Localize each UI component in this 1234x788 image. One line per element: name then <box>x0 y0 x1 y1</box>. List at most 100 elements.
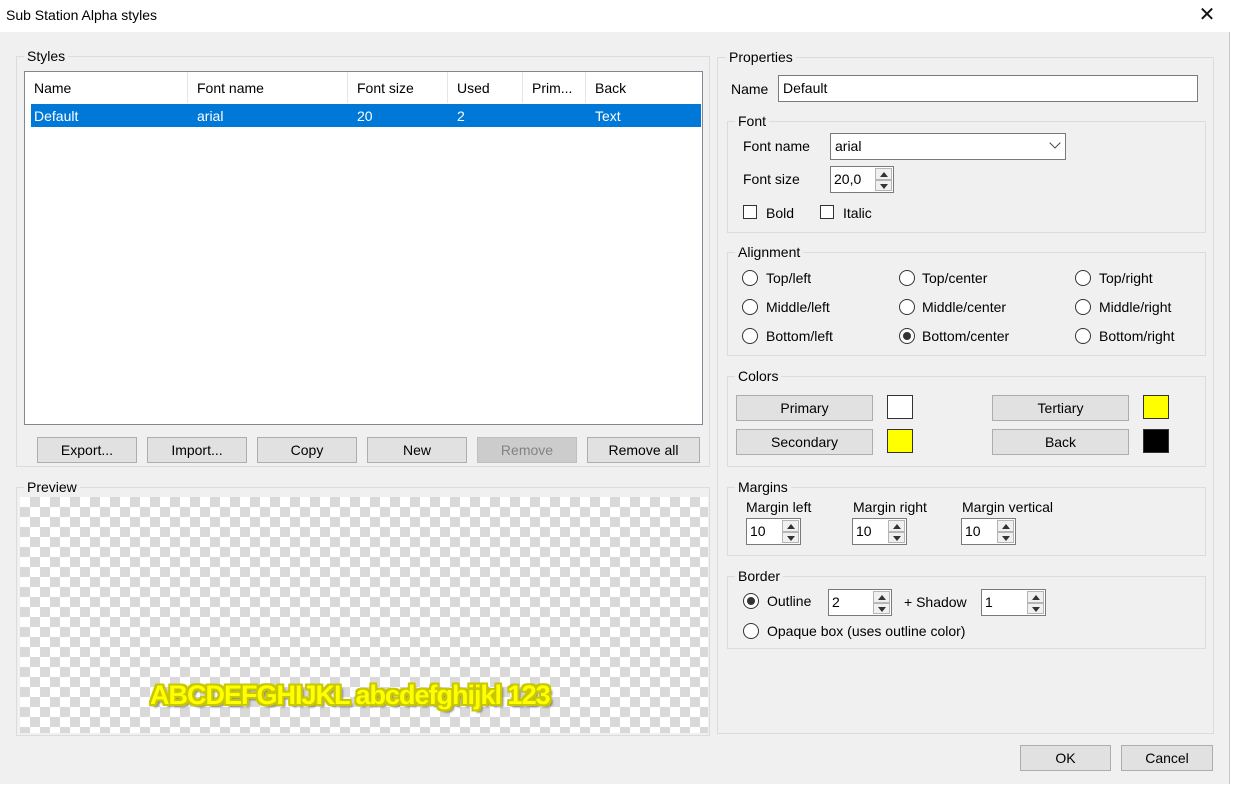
italic-label: Italic <box>843 205 872 221</box>
table-row[interactable]: Default arial 20 2 Text <box>31 104 701 127</box>
list-header: Name Font name Font size Used Prim... Ba… <box>25 72 702 103</box>
primary-color-swatch[interactable] <box>887 395 913 419</box>
tertiary-color-swatch[interactable] <box>1143 395 1169 419</box>
radio-top-right[interactable] <box>1075 270 1091 286</box>
shadow-label: + Shadow <box>904 594 967 610</box>
spin-up-button[interactable] <box>873 591 890 603</box>
column-font-name[interactable]: Font name <box>188 72 348 103</box>
margin-right-label: Margin right <box>853 499 927 515</box>
name-label: Name <box>731 81 769 97</box>
label-top-left: Top/left <box>766 270 812 286</box>
spin-down-button[interactable] <box>873 602 890 614</box>
label-bottom-right: Bottom/right <box>1099 328 1175 344</box>
label-middle-right: Middle/right <box>1099 299 1172 315</box>
back-color-button[interactable]: Back <box>992 429 1129 455</box>
cell-back: Text <box>595 108 621 124</box>
arrow-up-icon <box>878 595 886 600</box>
radio-outline[interactable] <box>743 593 759 609</box>
opaque-box-label: Opaque box (uses outline color) <box>767 623 966 639</box>
font-size-spinner[interactable]: 20,0 <box>830 166 894 193</box>
outline-spinner[interactable]: 2 <box>828 589 892 616</box>
radio-bottom-right[interactable] <box>1075 328 1091 344</box>
shadow-spinner[interactable]: 1 <box>981 589 1046 616</box>
spin-up-button[interactable] <box>782 520 799 532</box>
preview-sample-text: ABCDEFGHIJKL abcdefghijkl 123 <box>150 680 551 710</box>
arrow-down-icon <box>878 606 886 612</box>
spin-down-button[interactable] <box>782 531 799 543</box>
arrow-down-icon <box>787 535 795 541</box>
close-icon[interactable]: ✕ <box>1196 4 1218 26</box>
remove-all-button[interactable]: Remove all <box>587 437 700 463</box>
column-primary[interactable]: Prim... <box>523 72 586 103</box>
secondary-color-button[interactable]: Secondary <box>736 429 873 455</box>
label-middle-left: Middle/left <box>766 299 830 315</box>
cell-name: Default <box>34 108 79 124</box>
arrow-down-icon <box>1002 535 1010 541</box>
primary-color-button[interactable]: Primary <box>736 395 873 421</box>
bold-checkbox[interactable] <box>743 205 757 219</box>
spin-down-button[interactable] <box>888 531 905 543</box>
back-color-swatch[interactable] <box>1143 429 1169 453</box>
spin-up-button[interactable] <box>1027 591 1044 603</box>
remove-button[interactable]: Remove <box>477 437 577 463</box>
font-name-dropdown[interactable]: arial <box>830 133 1066 160</box>
margin-vertical-spinner[interactable]: 10 <box>961 518 1016 545</box>
radio-opaque-box[interactable] <box>743 623 759 639</box>
cell-font-size: 20 <box>357 108 373 124</box>
arrow-up-icon <box>893 524 901 529</box>
radio-middle-right[interactable] <box>1075 299 1091 315</box>
name-input[interactable]: Default <box>778 75 1198 102</box>
preview-group-label: Preview <box>24 479 80 495</box>
radio-top-center[interactable] <box>899 270 915 286</box>
margins-group-label: Margins <box>735 479 791 495</box>
spin-down-button[interactable] <box>875 179 892 191</box>
label-middle-center: Middle/center <box>922 299 1007 315</box>
spin-up-button[interactable] <box>875 168 892 180</box>
arrow-up-icon <box>787 524 795 529</box>
italic-checkbox[interactable] <box>820 205 834 219</box>
cell-used: 2 <box>457 108 465 124</box>
spin-up-button[interactable] <box>888 520 905 532</box>
radio-middle-left[interactable] <box>742 299 758 315</box>
arrow-down-icon <box>893 535 901 541</box>
alignment-group-label: Alignment <box>735 244 804 260</box>
tertiary-color-button[interactable]: Tertiary <box>992 395 1129 421</box>
radio-top-left[interactable] <box>742 270 758 286</box>
arrow-up-icon <box>880 172 888 177</box>
styles-list-view[interactable]: Name Font name Font size Used Prim... Ba… <box>24 71 703 425</box>
import-button[interactable]: Import... <box>147 437 247 463</box>
arrow-down-icon <box>1032 606 1040 612</box>
spin-up-button[interactable] <box>997 520 1014 532</box>
preview-canvas: ABCDEFGHIJKL abcdefghijkl 123 <box>20 497 708 733</box>
radio-bottom-left[interactable] <box>742 328 758 344</box>
copy-button[interactable]: Copy <box>257 437 357 463</box>
label-bottom-center: Bottom/center <box>922 328 1010 344</box>
spin-down-button[interactable] <box>997 531 1014 543</box>
secondary-color-swatch[interactable] <box>887 429 913 453</box>
spin-down-button[interactable] <box>1027 602 1044 614</box>
margin-left-spinner[interactable]: 10 <box>746 518 801 545</box>
title-bar <box>0 0 1234 32</box>
font-name-label: Font name <box>743 138 810 154</box>
radio-bottom-center[interactable] <box>899 328 915 344</box>
properties-group-label: Properties <box>726 49 796 65</box>
styles-group-label: Styles <box>24 48 69 64</box>
outline-value: 2 <box>832 594 840 610</box>
label-top-right: Top/right <box>1099 270 1153 286</box>
new-button[interactable]: New <box>367 437 467 463</box>
font-size-label: Font size <box>743 171 800 187</box>
label-top-center: Top/center <box>922 270 988 286</box>
column-back[interactable]: Back <box>586 72 702 103</box>
margin-left-label: Margin left <box>746 499 812 515</box>
colors-group-label: Colors <box>735 368 782 384</box>
column-font-size[interactable]: Font size <box>348 72 448 103</box>
cancel-button[interactable]: Cancel <box>1121 745 1213 771</box>
margin-right-spinner[interactable]: 10 <box>852 518 907 545</box>
column-name[interactable]: Name <box>25 72 188 103</box>
column-used[interactable]: Used <box>448 72 523 103</box>
cell-font-name: arial <box>197 108 224 124</box>
ok-button[interactable]: OK <box>1020 745 1111 771</box>
radio-middle-center[interactable] <box>899 299 915 315</box>
arrow-up-icon <box>1002 524 1010 529</box>
export-button[interactable]: Export... <box>37 437 137 463</box>
